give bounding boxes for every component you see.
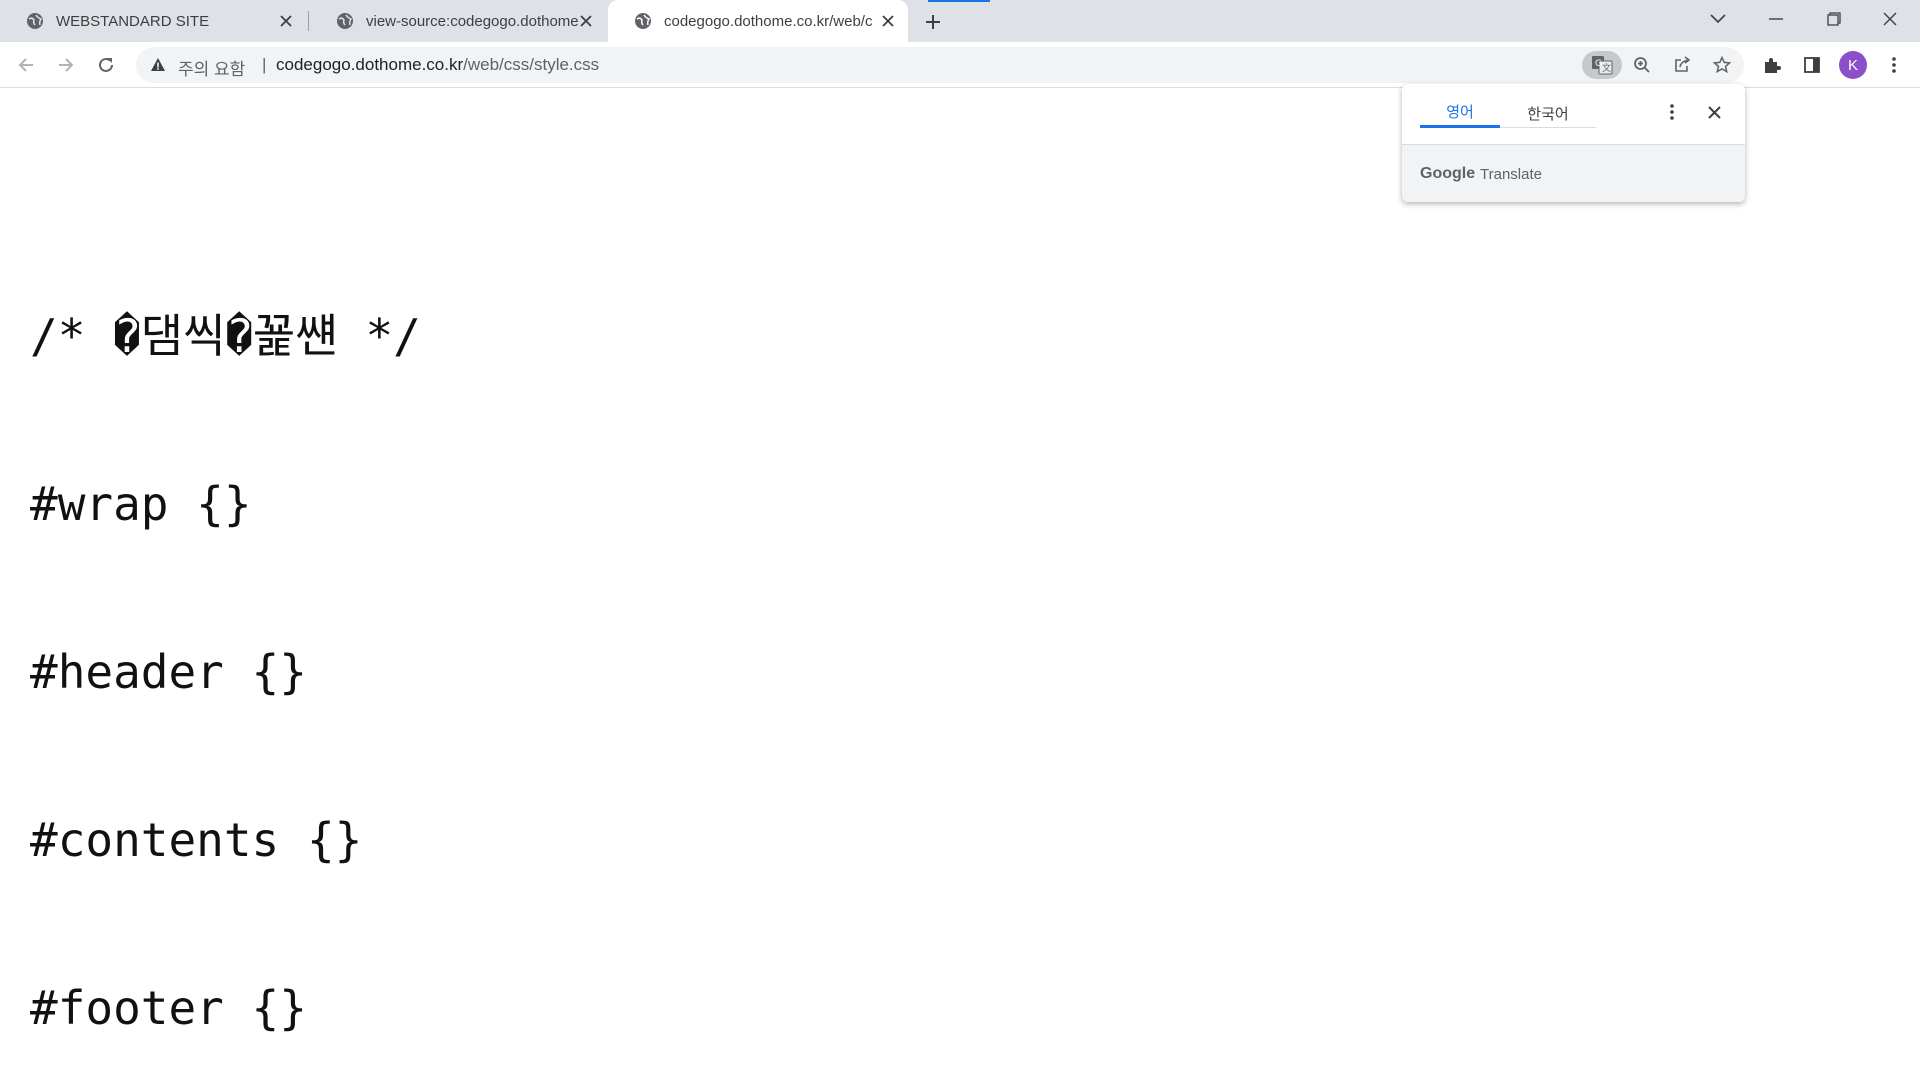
translate-icon[interactable]: G文 [1582,51,1622,79]
minimize-button[interactable] [1748,0,1804,38]
address-bar[interactable]: 주의 요함 | codegogo.dothome.co.kr/web/css/s… [136,47,1744,83]
globe-icon [634,12,652,30]
security-status-label[interactable]: 주의 요함 [178,55,245,80]
svg-text:文: 文 [1602,62,1611,74]
tab-webstandard[interactable]: WEBSTANDARD SITE [0,0,306,42]
code-line: #contents {} [30,813,363,867]
globe-icon [336,12,354,30]
google-logo-text: Google [1420,165,1476,182]
arrow-left-icon [18,58,33,72]
svg-text:G: G [1595,59,1602,69]
chevron-down-icon [1710,14,1726,24]
restore-icon [1827,12,1841,26]
tab-title: view-source:codegogo.dothome [366,12,579,30]
minimize-icon [1769,18,1783,20]
translate-bubble: 영어 한국어 Google Translate [1402,84,1745,202]
kebab-menu-icon[interactable] [1660,100,1684,124]
tab-target-language[interactable]: 한국어 [1500,98,1596,128]
tab-source-language[interactable]: 영어 [1420,98,1500,128]
reload-button[interactable] [92,51,120,79]
close-icon[interactable] [878,11,898,31]
code-line: #footer {} [30,981,307,1035]
code-line: /* �댐씩�꾩썐 */ [30,309,421,363]
url-path: /web/css/style.css [463,55,600,74]
tab-title: codegogo.dothome.co.kr/web/c [664,12,873,30]
toolbar: 주의 요함 | codegogo.dothome.co.kr/web/css/s… [0,42,1920,88]
loading-indicator [928,0,990,2]
back-button[interactable] [12,51,40,79]
side-panel-button[interactable] [1798,51,1826,79]
extensions-button[interactable] [1758,51,1786,79]
reload-icon [99,57,113,72]
tab-style-css[interactable]: codegogo.dothome.co.kr/web/c [608,0,908,42]
side-panel-icon [1804,57,1820,73]
tab-title: WEBSTANDARD SITE [56,12,210,30]
close-icon [1883,12,1897,26]
url-text[interactable]: codegogo.dothome.co.kr/web/css/style.css [276,55,599,75]
tab-strip: WEBSTANDARD SITE view-source:codegogo.do… [0,0,1920,42]
close-window-button[interactable] [1862,0,1918,38]
translate-footer: Google Translate [1402,144,1745,202]
star-icon[interactable] [1708,51,1736,79]
puzzle-icon [1765,58,1781,73]
tab-view-source[interactable]: view-source:codegogo.dothome [310,0,606,42]
close-icon[interactable] [1702,100,1726,124]
plus-icon [926,15,940,29]
share-icon[interactable] [1668,51,1696,79]
close-icon[interactable] [576,11,596,31]
tab-separator [308,11,309,31]
translate-brand-text: Translate [1480,166,1542,183]
kebab-menu-icon [1892,57,1896,73]
url-host: codegogo.dothome.co.kr [276,55,464,74]
menu-button[interactable] [1880,51,1908,79]
warning-triangle-icon[interactable] [150,57,166,73]
profile-avatar[interactable]: K [1839,51,1867,79]
language-tabs: 영어 한국어 [1420,98,1596,128]
security-separator: | [262,55,267,74]
arrow-right-icon [59,58,74,72]
zoom-icon[interactable] [1628,51,1656,79]
close-icon[interactable] [276,11,296,31]
page-content: /* �댐씩�꾩썐 */ #wrap {} #header {} #conten… [30,196,421,1092]
restore-button[interactable] [1806,0,1862,38]
tab-search-button[interactable] [1690,0,1746,38]
code-line: #wrap {} [30,477,252,531]
code-line: #header {} [30,645,307,699]
forward-button[interactable] [52,51,80,79]
globe-icon [26,12,44,30]
new-tab-button[interactable] [920,9,946,35]
